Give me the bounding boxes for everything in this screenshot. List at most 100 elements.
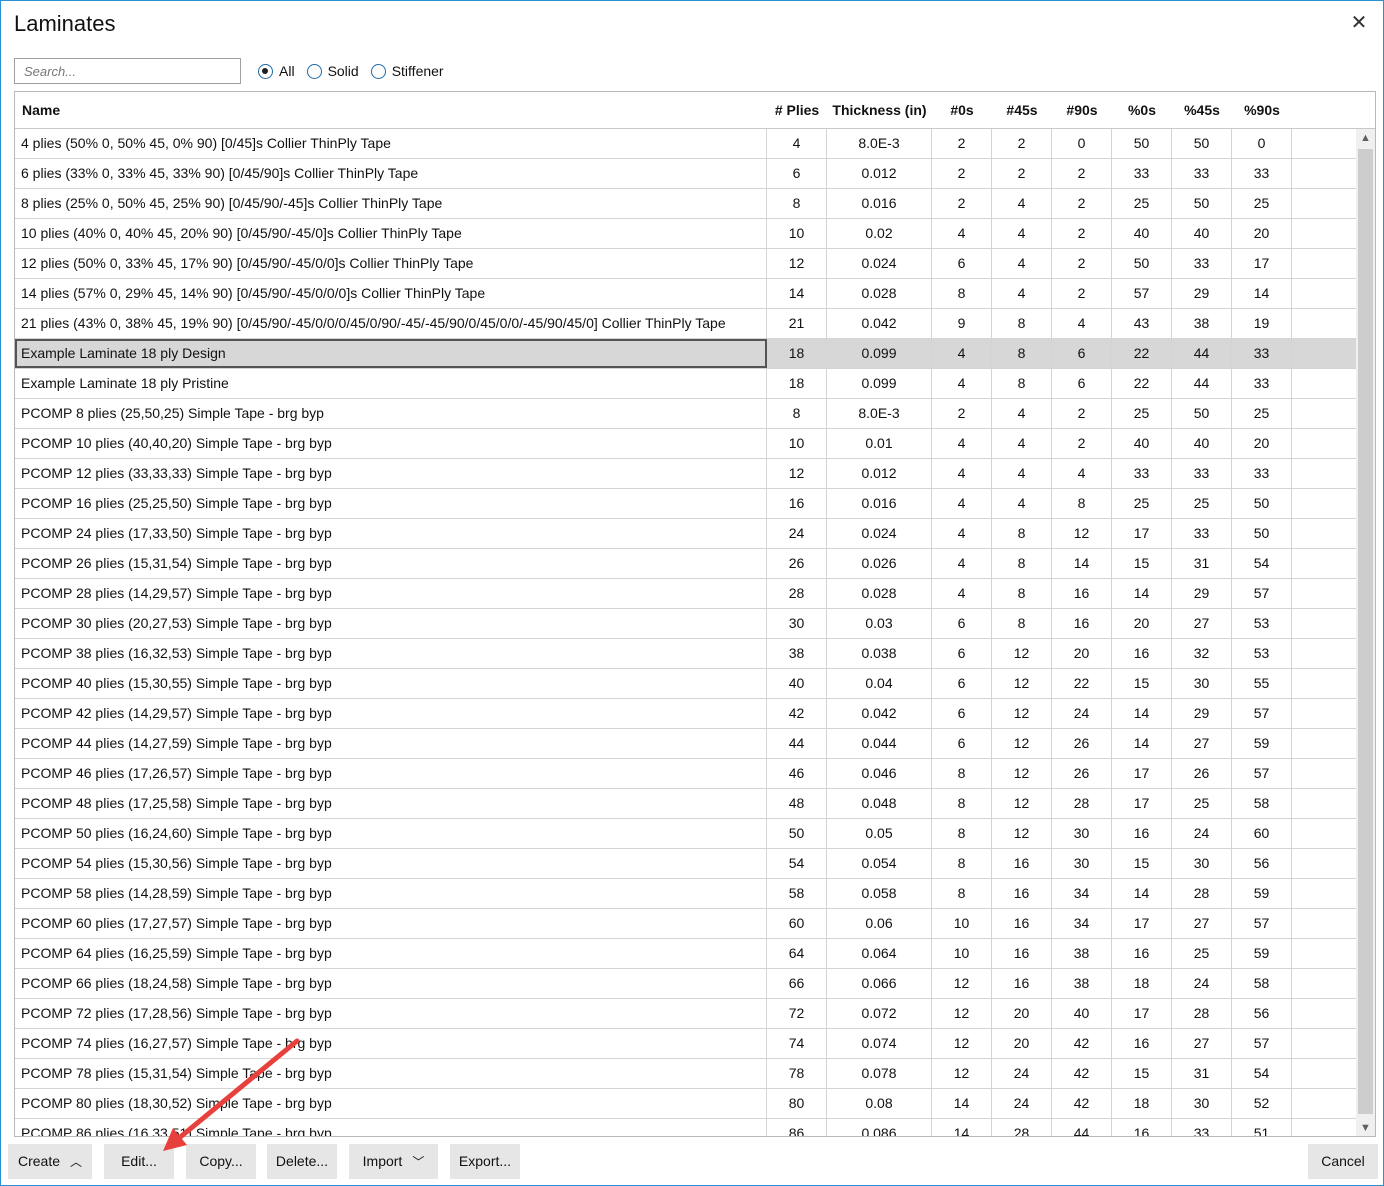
cell-pct45: 38 [1172, 309, 1232, 338]
table-row[interactable]: 8 plies (25% 0, 50% 45, 25% 90) [0/45/90… [15, 189, 1358, 219]
scroll-thumb[interactable] [1358, 149, 1373, 1114]
edit-button[interactable]: Edit... [104, 1144, 174, 1179]
table-row[interactable]: Example Laminate 18 ply Pristine 18 0.099 4… [15, 369, 1358, 399]
cell-pct0: 33 [1112, 159, 1172, 188]
cell-num90: 2 [1052, 159, 1112, 188]
filter-solid-radio[interactable]: Solid [306, 63, 359, 79]
scroll-up-icon[interactable]: ▲ [1356, 129, 1375, 147]
cell-num45: 16 [992, 939, 1052, 968]
cell-filler [1292, 699, 1358, 728]
cell-name: 8 plies (25% 0, 50% 45, 25% 90) [0/45/90… [15, 189, 767, 218]
cell-num0: 2 [932, 129, 992, 158]
table-row[interactable]: PCOMP 10 plies (40,40,20) Simple Tape - … [15, 429, 1358, 459]
cell-plies: 10 [767, 219, 827, 248]
cell-num45: 8 [992, 309, 1052, 338]
table-row[interactable]: PCOMP 46 plies (17,26,57) Simple Tape - … [15, 759, 1358, 789]
import-button[interactable]: Import ﹀ [349, 1144, 438, 1179]
cell-num0: 4 [932, 459, 992, 488]
table-row[interactable]: PCOMP 38 plies (16,32,53) Simple Tape - … [15, 639, 1358, 669]
table-row[interactable]: PCOMP 26 plies (15,31,54) Simple Tape - … [15, 549, 1358, 579]
copy-button[interactable]: Copy... [186, 1144, 256, 1179]
create-button[interactable]: Create ︿ [8, 1144, 92, 1179]
cell-thickness: 0.012 [827, 459, 932, 488]
table-row[interactable]: PCOMP 66 plies (18,24,58) Simple Tape - … [15, 969, 1358, 999]
table-row[interactable]: PCOMP 48 plies (17,25,58) Simple Tape - … [15, 789, 1358, 819]
scroll-down-icon[interactable]: ▼ [1356, 1119, 1375, 1136]
cell-thickness: 0.064 [827, 939, 932, 968]
column-header-pct0[interactable]: %0s [1112, 92, 1172, 128]
cell-filler [1292, 849, 1358, 878]
table-row[interactable]: PCOMP 44 plies (14,27,59) Simple Tape - … [15, 729, 1358, 759]
cell-filler [1292, 549, 1358, 578]
column-header-thickness[interactable]: Thickness (in) [827, 92, 932, 128]
cell-num45: 2 [992, 129, 1052, 158]
cell-thickness: 0.04 [827, 669, 932, 698]
table-row[interactable]: PCOMP 28 plies (14,29,57) Simple Tape - … [15, 579, 1358, 609]
cell-thickness: 0.026 [827, 549, 932, 578]
table-row[interactable]: 21 plies (43% 0, 38% 45, 19% 90) [0/45/9… [15, 309, 1358, 339]
table-row[interactable]: PCOMP 42 plies (14,29,57) Simple Tape - … [15, 699, 1358, 729]
cell-thickness: 0.08 [827, 1089, 932, 1118]
table-row[interactable]: PCOMP 50 plies (16,24,60) Simple Tape - … [15, 819, 1358, 849]
table-row[interactable]: PCOMP 12 plies (33,33,33) Simple Tape - … [15, 459, 1358, 489]
cell-filler [1292, 729, 1358, 758]
cell-num90: 0 [1052, 129, 1112, 158]
cancel-button[interactable]: Cancel [1308, 1144, 1378, 1179]
delete-button[interactable]: Delete... [267, 1144, 337, 1179]
close-icon[interactable]: ✕ [1347, 11, 1371, 35]
column-header-num45[interactable]: #45s [992, 92, 1052, 128]
cell-name: PCOMP 8 plies (25,50,25) Simple Tape - b… [15, 399, 767, 428]
search-input[interactable] [14, 58, 241, 84]
table-row[interactable]: PCOMP 54 plies (15,30,56) Simple Tape - … [15, 849, 1358, 879]
cell-num90: 42 [1052, 1089, 1112, 1118]
cell-name: PCOMP 42 plies (14,29,57) Simple Tape - … [15, 699, 767, 728]
cell-pct90: 33 [1232, 159, 1292, 188]
table-row[interactable]: PCOMP 78 plies (15,31,54) Simple Tape - … [15, 1059, 1358, 1089]
cell-name: PCOMP 80 plies (18,30,52) Simple Tape - … [15, 1089, 767, 1118]
table-row[interactable]: PCOMP 30 plies (20,27,53) Simple Tape - … [15, 609, 1358, 639]
radio-unselected-icon[interactable] [370, 63, 386, 79]
table-row[interactable]: 14 plies (57% 0, 29% 45, 14% 90) [0/45/9… [15, 279, 1358, 309]
table-row[interactable]: 12 plies (50% 0, 33% 45, 17% 90) [0/45/9… [15, 249, 1358, 279]
table-row[interactable]: 10 plies (40% 0, 40% 45, 20% 90) [0/45/9… [15, 219, 1358, 249]
table-row[interactable]: PCOMP 58 plies (14,28,59) Simple Tape - … [15, 879, 1358, 909]
column-header-num0[interactable]: #0s [932, 92, 992, 128]
cell-pct0: 40 [1112, 219, 1172, 248]
cell-filler [1292, 819, 1358, 848]
column-header-pct90[interactable]: %90s [1232, 92, 1292, 128]
cell-plies: 21 [767, 309, 827, 338]
column-header-pct45[interactable]: %45s [1172, 92, 1232, 128]
cell-pct45: 24 [1172, 819, 1232, 848]
cell-plies: 10 [767, 429, 827, 458]
table-row[interactable]: PCOMP 24 plies (17,33,50) Simple Tape - … [15, 519, 1358, 549]
cell-plies: 8 [767, 189, 827, 218]
table-row[interactable]: Example Laminate 18 ply Design 18 0.099 4 8 6… [15, 339, 1358, 369]
radio-unselected-icon[interactable] [306, 63, 322, 79]
table-row[interactable]: PCOMP 16 plies (25,25,50) Simple Tape - … [15, 489, 1358, 519]
radio-selected-icon[interactable] [258, 63, 273, 79]
cell-name: PCOMP 78 plies (15,31,54) Simple Tape - … [15, 1059, 767, 1088]
table-row[interactable]: PCOMP 72 plies (17,28,56) Simple Tape - … [15, 999, 1358, 1029]
vertical-scrollbar[interactable]: ▲ ▼ [1356, 129, 1375, 1136]
column-header-name[interactable]: Name [15, 92, 767, 128]
column-header-num90[interactable]: #90s [1052, 92, 1112, 128]
cell-num45: 4 [992, 399, 1052, 428]
column-header-plies[interactable]: # Plies [767, 92, 827, 128]
table-row[interactable]: PCOMP 64 plies (16,25,59) Simple Tape - … [15, 939, 1358, 969]
export-button[interactable]: Export... [450, 1144, 520, 1179]
table-row[interactable]: PCOMP 86 plies (16,33,51) Simple Tape - … [15, 1119, 1358, 1136]
cell-pct0: 15 [1112, 849, 1172, 878]
filter-stiffener-radio[interactable]: Stiffener [370, 63, 444, 79]
table-row[interactable]: 6 plies (33% 0, 33% 45, 33% 90) [0/45/90… [15, 159, 1358, 189]
filter-all-radio[interactable]: All [258, 63, 295, 79]
cell-pct45: 30 [1172, 849, 1232, 878]
table-row[interactable]: PCOMP 80 plies (18,30,52) Simple Tape - … [15, 1089, 1358, 1119]
table-row[interactable]: PCOMP 60 plies (17,27,57) Simple Tape - … [15, 909, 1358, 939]
table-row[interactable]: PCOMP 74 plies (16,27,57) Simple Tape - … [15, 1029, 1358, 1059]
cell-num0: 6 [932, 729, 992, 758]
table-row[interactable]: PCOMP 40 plies (15,30,55) Simple Tape - … [15, 669, 1358, 699]
cell-num0: 2 [932, 399, 992, 428]
table-row[interactable]: PCOMP 8 plies (25,50,25) Simple Tape - b… [15, 399, 1358, 429]
table-row[interactable]: 4 plies (50% 0, 50% 45, 0% 90) [0/45]s C… [15, 129, 1358, 159]
cell-pct0: 17 [1112, 789, 1172, 818]
